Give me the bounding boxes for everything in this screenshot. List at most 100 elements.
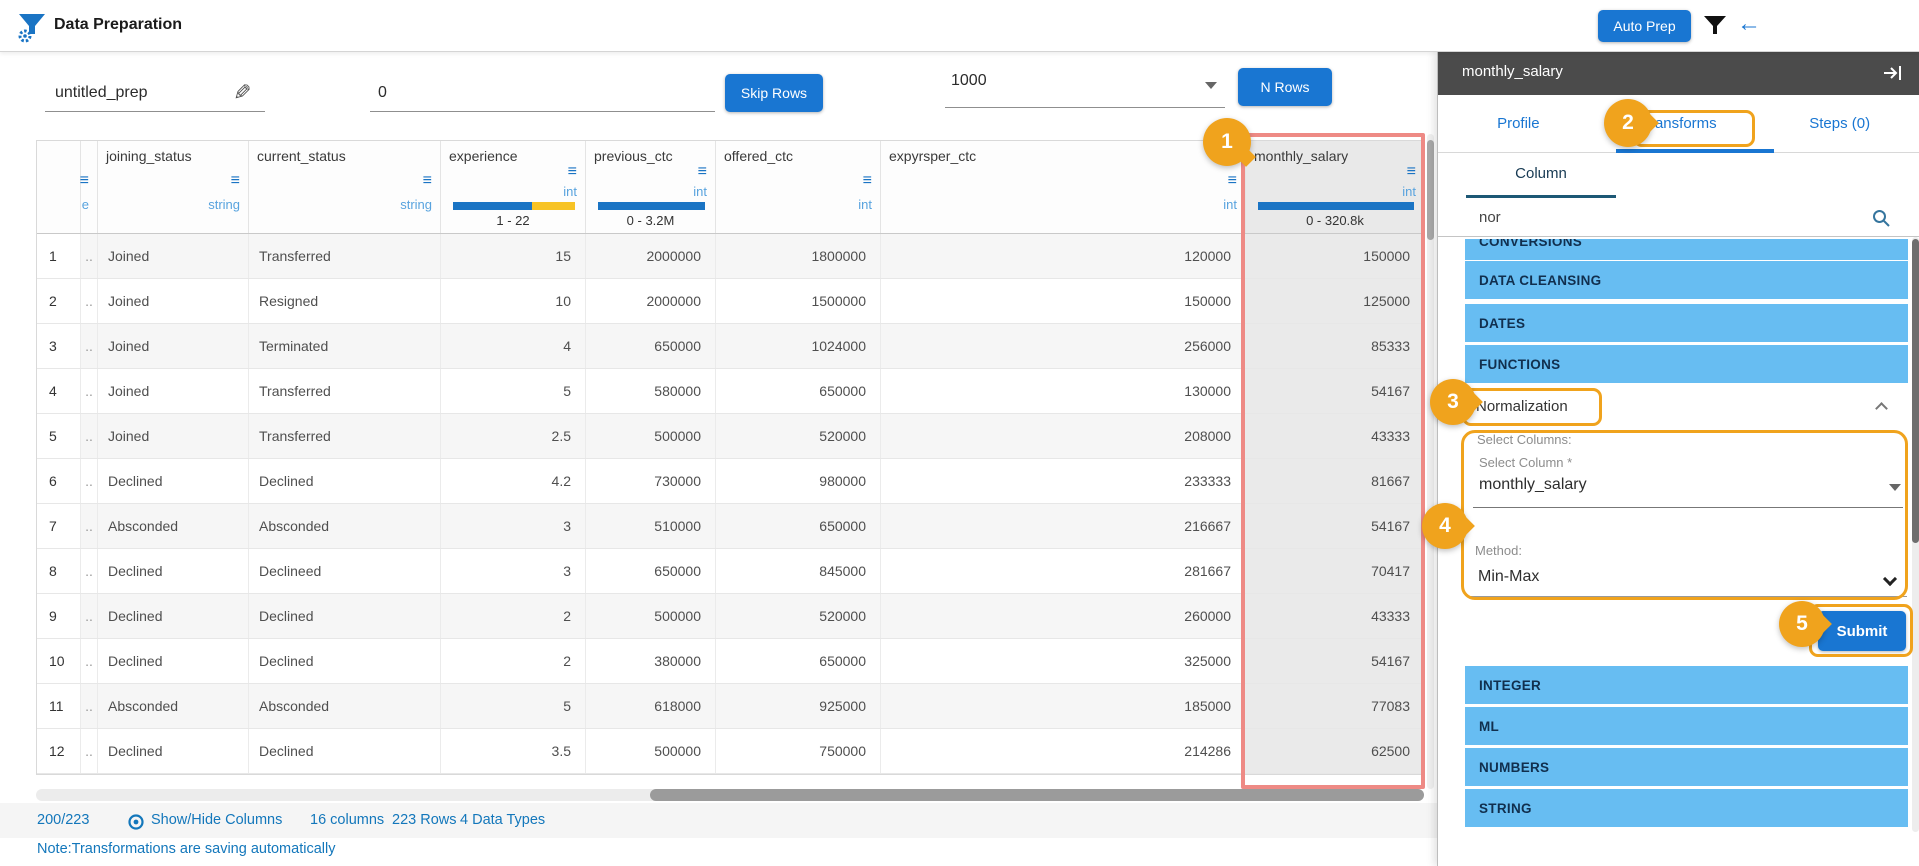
group-functions[interactable]: FUNCTIONS	[1465, 345, 1908, 383]
cell-previous_ctc: 2000000	[586, 279, 716, 323]
chevron-up-icon[interactable]	[1875, 402, 1888, 415]
rows-count-label: 223 Rows	[392, 812, 456, 828]
column-menu-icon[interactable]: ≡	[1228, 174, 1237, 188]
group-string[interactable]: STRING	[1465, 789, 1908, 827]
submit-button[interactable]: Submit	[1818, 611, 1906, 651]
search-input-value[interactable]: nor	[1479, 209, 1501, 226]
column-header-previous_ctc[interactable]: previous_ctc≡int0 - 3.2M	[586, 141, 716, 233]
column-menu-icon[interactable]: ≡	[231, 174, 240, 188]
cell-previous_ctc: 730000	[586, 459, 716, 503]
scrollbar-thumb[interactable]	[650, 789, 1424, 801]
cell-index: 6	[37, 459, 81, 503]
cell-partial: ..	[81, 504, 98, 548]
chevron-down-icon[interactable]	[1889, 484, 1901, 491]
cell-monthly_salary: 125000	[1246, 279, 1425, 323]
annotation-badge-3: 3	[1430, 379, 1476, 425]
show-hide-columns-link[interactable]: Show/Hide Columns	[151, 812, 282, 828]
n-rows-select[interactable]: 1000	[945, 64, 1225, 108]
column-header-offered_ctc[interactable]: offered_ctc≡int	[716, 141, 881, 233]
column-header-expyrsper_ctc[interactable]: expyrsper_ctc≡int	[881, 141, 1246, 233]
column-histogram-bar	[598, 202, 705, 210]
eye-icon[interactable]	[127, 814, 145, 830]
column-menu-icon[interactable]: ≡	[863, 174, 872, 188]
group-numbers[interactable]: NUMBERS	[1465, 748, 1908, 786]
tab-column[interactable]: Column	[1466, 165, 1616, 197]
cell-current_status: Declined	[249, 729, 441, 773]
cell-joining_status: Joined	[98, 279, 249, 323]
group-dates[interactable]: DATES	[1465, 304, 1908, 342]
column-header-joining_status[interactable]: joining_status≡string	[98, 141, 249, 233]
histogram-yellow-segment	[532, 202, 575, 210]
column-header-experience[interactable]: experience≡int1 - 22	[441, 141, 586, 233]
table-vertical-scrollbar[interactable]	[1427, 134, 1434, 789]
column-header-current_status[interactable]: current_status≡string	[249, 141, 441, 233]
scrollbar-thumb[interactable]	[1912, 239, 1919, 543]
cell-previous_ctc: 500000	[586, 414, 716, 458]
column-name: joining_status	[106, 148, 192, 164]
cell-experience: 3	[441, 504, 586, 548]
skip-rows-input[interactable]: 0	[370, 70, 715, 112]
cell-monthly_salary: 81667	[1246, 459, 1425, 503]
cell-previous_ctc: 650000	[586, 324, 716, 368]
scrollbar-thumb[interactable]	[1427, 140, 1434, 240]
active-subtab-underline	[1466, 195, 1616, 198]
search-icon[interactable]	[1871, 208, 1891, 228]
table-row: 2..JoinedResigned10200000015000001500001…	[37, 279, 1423, 324]
autosave-note: Note:Transformations are saving automati…	[37, 841, 335, 857]
group-integer[interactable]: INTEGER	[1465, 666, 1908, 704]
cell-expyrsper_ctc: 256000	[881, 324, 1246, 368]
cell-expyrsper_ctc: 325000	[881, 639, 1246, 683]
column-type-label: int	[858, 197, 872, 212]
edit-pencil-icon[interactable]: ✎	[233, 80, 251, 106]
group-ml[interactable]: ML	[1465, 707, 1908, 745]
table-row: 9..DeclinedDeclined250000052000026000043…	[37, 594, 1423, 639]
cell-experience: 3	[441, 549, 586, 593]
cell-index: 5	[37, 414, 81, 458]
filter-icon[interactable]	[1703, 15, 1727, 37]
cell-experience: 2	[441, 639, 586, 683]
cell-current_status: Absconded	[249, 504, 441, 548]
cell-experience: 2	[441, 594, 586, 638]
table-horizontal-scrollbar[interactable]	[36, 789, 1424, 801]
group-conversions[interactable]: CONVERSIONS	[1465, 239, 1908, 260]
column-range-label: 1 - 22	[441, 213, 585, 228]
column-header-monthly_salary[interactable]: monthly_salary≡int0 - 320.8k	[1246, 141, 1425, 233]
cell-experience: 5	[441, 369, 586, 413]
collapse-panel-icon[interactable]	[1882, 64, 1904, 82]
transform-search-field[interactable]: nor	[1438, 200, 1919, 237]
cell-previous_ctc: 500000	[586, 594, 716, 638]
column-range-label: 0 - 3.2M	[586, 213, 715, 228]
cell-previous_ctc: 618000	[586, 684, 716, 728]
column-select-dropdown[interactable]: monthly_salary	[1479, 476, 1587, 494]
select-underline	[1473, 507, 1903, 508]
column-range-label: 0 - 320.8k	[1246, 213, 1424, 228]
cell-partial: ..	[81, 729, 98, 773]
select-columns-label: Select Columns:	[1477, 432, 1572, 447]
tab-profile[interactable]: Profile	[1438, 115, 1599, 132]
back-arrow-icon[interactable]: ←	[1737, 10, 1761, 38]
annotation-badge-5: 5	[1779, 601, 1825, 647]
table-row: 7..AbscondedAbsconded3510000650000216667…	[37, 504, 1423, 549]
column-menu-icon[interactable]: ≡	[423, 174, 432, 188]
skip-rows-button[interactable]: Skip Rows	[725, 74, 823, 112]
column-menu-icon[interactable]: ≡	[698, 165, 707, 179]
column-name: previous_ctc	[594, 148, 673, 164]
column-menu-icon[interactable]: ≡	[80, 174, 89, 188]
select-arrow-icon[interactable]	[1883, 572, 1897, 586]
column-menu-icon[interactable]: ≡	[1407, 165, 1416, 179]
cell-joining_status: Joined	[98, 324, 249, 368]
n-rows-button[interactable]: N Rows	[1238, 68, 1332, 106]
tab-steps[interactable]: Steps (0)	[1759, 115, 1919, 132]
sidebar-scrollbar[interactable]	[1912, 237, 1919, 832]
table-row: 11..AbscondedAbsconded561800092500018500…	[37, 684, 1423, 729]
auto-prep-button[interactable]: Auto Prep	[1598, 10, 1691, 42]
column-type-label: e	[82, 197, 89, 212]
cell-experience: 2.5	[441, 414, 586, 458]
column-type-label: string	[400, 197, 432, 212]
column-menu-icon[interactable]: ≡	[568, 165, 577, 179]
group-normalization[interactable]: Normalization	[1465, 386, 1908, 430]
method-select[interactable]: Min-Max	[1478, 568, 1539, 586]
cell-offered_ctc: 1500000	[716, 279, 881, 323]
group-data-cleansing[interactable]: DATA CLEANSING	[1465, 261, 1908, 299]
prep-name-input[interactable]: untitled_prep	[45, 70, 265, 112]
